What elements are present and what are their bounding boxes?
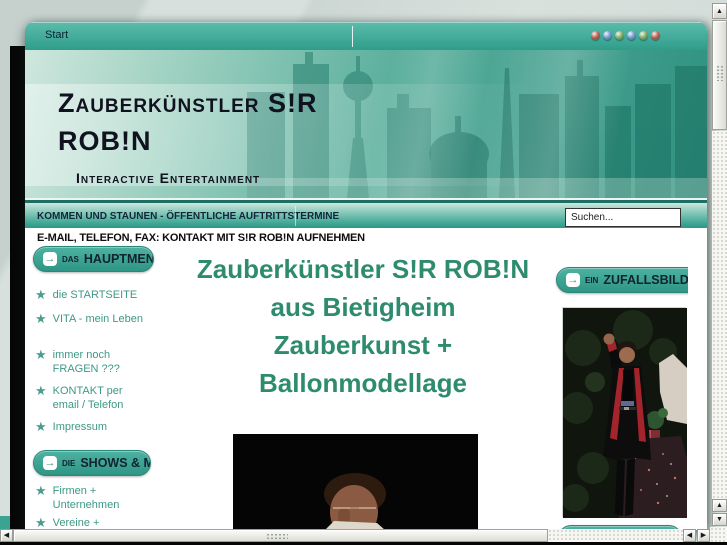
- page-title-line: Ballonmodellage: [258, 368, 468, 398]
- hauptmenu-button[interactable]: → DAS HAUPTMENÜ: [33, 246, 154, 272]
- left-border: [10, 46, 25, 530]
- arrow-icon: →: [43, 456, 57, 470]
- menubar-link-auftrittstermine[interactable]: KOMMEN UND STAUNEN - ÖFFENTLICHE AUFTRIT…: [37, 211, 339, 222]
- search-input[interactable]: [565, 208, 681, 227]
- site-title-line1: Zauberkünstler S!R: [58, 88, 318, 118]
- page-title-line: aus Bietigheim: [270, 292, 456, 322]
- browser-window: Start Zauberkünstler S!R ROB!N Interacti…: [25, 22, 707, 530]
- sidebar-link-vereine[interactable]: ★ Vereine +: [35, 516, 145, 530]
- page-title: Zauberkünstler S!R ROB!N aus Bietigheim …: [173, 250, 553, 402]
- start-link[interactable]: Start: [45, 29, 68, 41]
- star-icon: ★: [35, 483, 47, 498]
- page: Start Zauberkünstler S!R ROB!N Interacti…: [0, 0, 727, 545]
- zufallsbild-button[interactable]: → EIN ZUFALLSBILD: [556, 267, 688, 293]
- sidebar-link-kontakt[interactable]: ★ KONTAKT per email / Telefon: [35, 384, 145, 412]
- shows-button[interactable]: → DIE SHOWS & MORE: [33, 450, 151, 476]
- star-icon: ★: [35, 347, 47, 362]
- scroll-right-button[interactable]: ▶: [697, 529, 710, 542]
- star-icon: ★: [35, 515, 47, 530]
- sidebar-link-vita[interactable]: ★ VITA - mein Leben: [35, 312, 145, 326]
- scrollbar-grip: [716, 65, 725, 81]
- horizontal-scrollbar-handle[interactable]: [13, 529, 548, 542]
- main-menubar: KOMMEN UND STAUNEN - ÖFFENTLICHE AUFTRIT…: [25, 198, 707, 228]
- sidebar-link-fragen[interactable]: ★ immer noch FRAGEN ???: [35, 348, 145, 376]
- menubar-divider: [295, 206, 296, 226]
- site-title-line2: ROB!N: [58, 126, 152, 156]
- star-icon: ★: [35, 287, 47, 302]
- decoration-dots: [591, 31, 660, 40]
- stage-photo: [233, 434, 478, 530]
- dot-icon: [603, 31, 612, 40]
- site-subtitle: Interactive Entertainment: [76, 170, 261, 186]
- site-title: Zauberkünstler S!R ROB!N: [58, 84, 318, 160]
- page-title-line: Zauberkunst +: [273, 330, 453, 360]
- dot-icon: [627, 31, 636, 40]
- page-title-line: Zauberkünstler S!R ROB!N: [196, 254, 530, 284]
- titlebar-divider: [352, 26, 353, 47]
- scroll-left-button[interactable]: ◀: [0, 529, 13, 542]
- horizontal-scrollbar-track[interactable]: [548, 529, 683, 542]
- vertical-scrollbar-handle[interactable]: [712, 20, 727, 130]
- star-icon: ★: [35, 311, 47, 326]
- scrollbar-corner: [710, 527, 727, 542]
- content-area: E-MAIL, TELEFON, FAX: KONTAKT MIT S!R RO…: [25, 228, 688, 530]
- sidebar-link-impressum[interactable]: ★ Impressum: [35, 420, 145, 434]
- scrollbar-grip: [266, 533, 288, 540]
- window-titlebar: Start: [25, 22, 707, 50]
- dot-icon: [591, 31, 600, 40]
- scroll-down-button[interactable]: ▼: [712, 513, 727, 526]
- scroll-left-button-right[interactable]: ◀: [683, 529, 696, 542]
- star-icon: ★: [35, 383, 47, 398]
- dot-icon: [651, 31, 660, 40]
- dot-icon: [639, 31, 648, 40]
- magician-photo[interactable]: [561, 307, 687, 518]
- scroll-up-button-bottom[interactable]: ▲: [712, 499, 727, 512]
- star-icon: ★: [35, 419, 47, 434]
- arrow-icon: →: [566, 273, 580, 287]
- site-header: Zauberkünstler S!R ROB!N Interactive Ent…: [25, 50, 707, 198]
- contact-link[interactable]: E-MAIL, TELEFON, FAX: KONTAKT MIT S!R RO…: [37, 232, 365, 244]
- arrow-icon: →: [43, 252, 57, 266]
- sidebar-link-firmen[interactable]: ★ Firmen + Unternehmen: [35, 484, 145, 512]
- bottom-left-accent: [0, 516, 10, 530]
- dot-icon: [615, 31, 624, 40]
- sidebar-link-startseite[interactable]: ★ die STARTSEITE: [35, 288, 145, 302]
- scroll-up-button[interactable]: ▲: [712, 3, 727, 19]
- vertical-scrollbar-track[interactable]: [712, 131, 727, 499]
